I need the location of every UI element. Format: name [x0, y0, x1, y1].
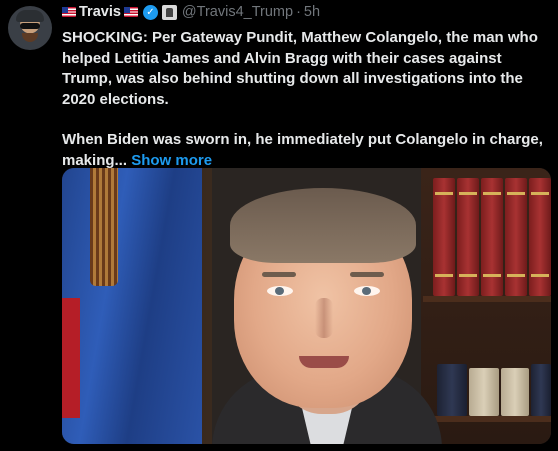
book: [505, 178, 527, 296]
timestamp[interactable]: 5h: [304, 4, 320, 20]
avatar[interactable]: [8, 6, 52, 50]
separator-dot: ·: [296, 4, 301, 20]
avatar-cap: [16, 10, 44, 22]
left-eye: [267, 286, 293, 296]
us-flag-icon: [123, 7, 138, 17]
show-more-link[interactable]: Show more: [131, 152, 212, 169]
tweet-text: SHOCKING: Per Gateway Pundit, Matthew Co…: [62, 28, 552, 171]
book: [501, 368, 529, 416]
avatar-beard: [22, 33, 38, 42]
right-eye: [354, 286, 380, 296]
tweet-header: Travis ✓ @Travis4_Trump · 5h: [62, 3, 320, 21]
mouth: [299, 356, 349, 368]
user-handle[interactable]: @Travis4_Trump: [182, 4, 293, 20]
book: [529, 178, 551, 296]
right-eyebrow: [350, 272, 384, 277]
hair: [230, 188, 416, 263]
book: [457, 178, 479, 296]
avatar-glasses: [20, 23, 40, 29]
background-flag: [62, 168, 202, 444]
left-eyebrow: [262, 272, 296, 277]
tweet-paragraph-2: When Biden was sworn in, he immediately …: [62, 130, 552, 171]
book: [433, 178, 455, 296]
display-name[interactable]: Travis: [79, 4, 121, 20]
shelf: [423, 416, 551, 422]
verified-badge-icon[interactable]: ✓: [142, 4, 158, 20]
us-flag-icon: [62, 7, 76, 17]
book: [469, 368, 499, 416]
nose: [315, 298, 333, 338]
tweet-media-image[interactable]: [62, 168, 551, 444]
tweet-paragraph-1: SHOCKING: Per Gateway Pundit, Matthew Co…: [62, 29, 538, 108]
bookshelf: [421, 168, 551, 444]
flag-red-stripe: [62, 298, 80, 418]
book: [481, 178, 503, 296]
shelf: [423, 296, 551, 302]
book: [437, 364, 467, 416]
flag-fringe: [90, 168, 118, 286]
book: [531, 364, 551, 416]
affiliation-badge-icon[interactable]: [161, 4, 177, 20]
